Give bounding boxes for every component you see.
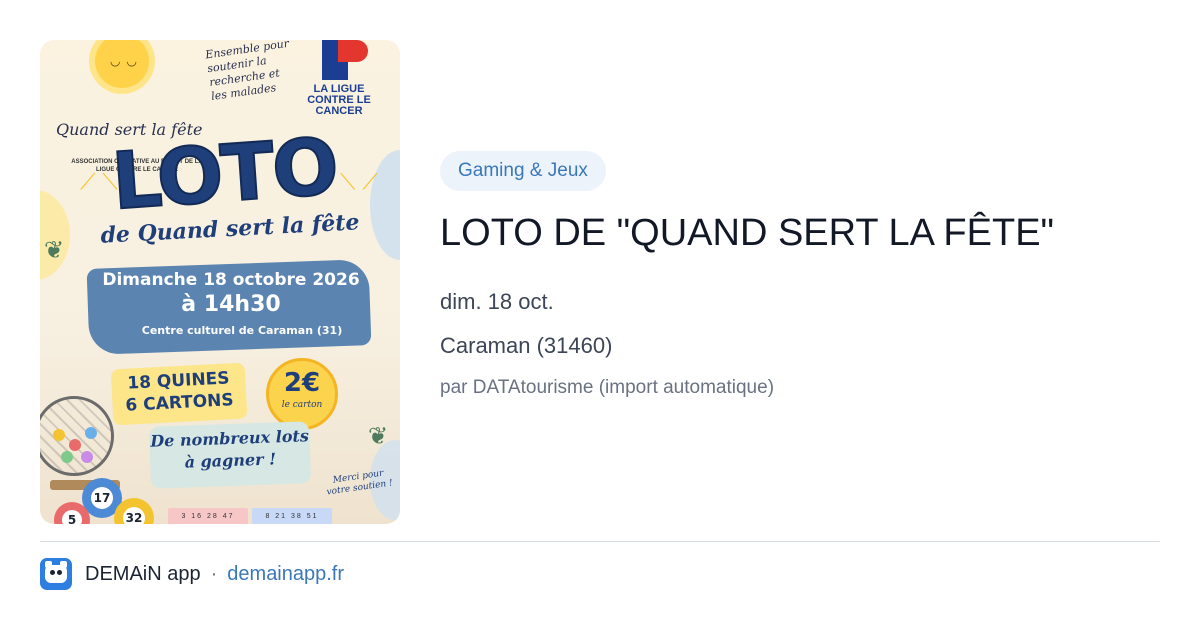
leaf-icon: ❦ <box>44 236 65 264</box>
event-location: Caraman (31460) <box>440 333 613 358</box>
bingo-cage-icon <box>40 396 114 476</box>
poster-time: à 14h30 <box>181 292 281 317</box>
poster-price: 2€ <box>283 368 321 398</box>
bingo-card: 3 16 28 47 <box>168 508 248 524</box>
sun-rays-icon: ⟍ ⟋ <box>340 170 378 195</box>
event-author: par DATAtourisme (import automatique) <box>440 377 775 398</box>
sun-mascot-icon: ◡◡ <box>95 40 149 88</box>
app-name: DEMAiN app <box>85 562 201 585</box>
poster-lots: De nombreux lots à gagner ! <box>150 426 310 472</box>
poster-support-note: Ensemble pour soutenir la recherche et l… <box>204 40 290 104</box>
event-title[interactable]: LOTO DE "QUAND SERT LA FÊTE" <box>440 212 1054 255</box>
poster-quines: 18 QUINES 6 CARTONS <box>125 368 235 416</box>
event-poster-image[interactable]: ◡◡ Quand sert la fête ASSOCIATION CARITA… <box>40 40 400 524</box>
poster-price-unit: le carton <box>281 400 323 410</box>
category-tag[interactable]: Gaming & Jeux <box>440 151 606 191</box>
separator: · <box>210 562 218 585</box>
app-domain-link[interactable]: demainapp.fr <box>227 563 344 586</box>
divider <box>40 541 1160 542</box>
bingo-card: 8 21 38 51 <box>252 508 332 524</box>
partner-name: LA LIGUE CONTRE LE CANCER <box>307 83 371 117</box>
event-date: dim. 18 oct. <box>440 289 554 314</box>
poster-date: Dimanche 18 octobre 2026 <box>102 270 360 290</box>
lottery-ball-icon: 32 <box>114 498 154 524</box>
decor-blob <box>40 190 70 280</box>
demain-app-icon <box>40 558 72 590</box>
decor-blob <box>370 150 400 260</box>
leaf-icon: ❦ <box>368 422 389 450</box>
poster-venue: Centre culturel de Caraman (31) <box>141 324 343 337</box>
footer-source: DEMAiN app · demainapp.fr <box>40 557 344 591</box>
ligue-contre-le-cancer-logo: LA LIGUE CONTRE LE CANCER <box>302 40 376 117</box>
